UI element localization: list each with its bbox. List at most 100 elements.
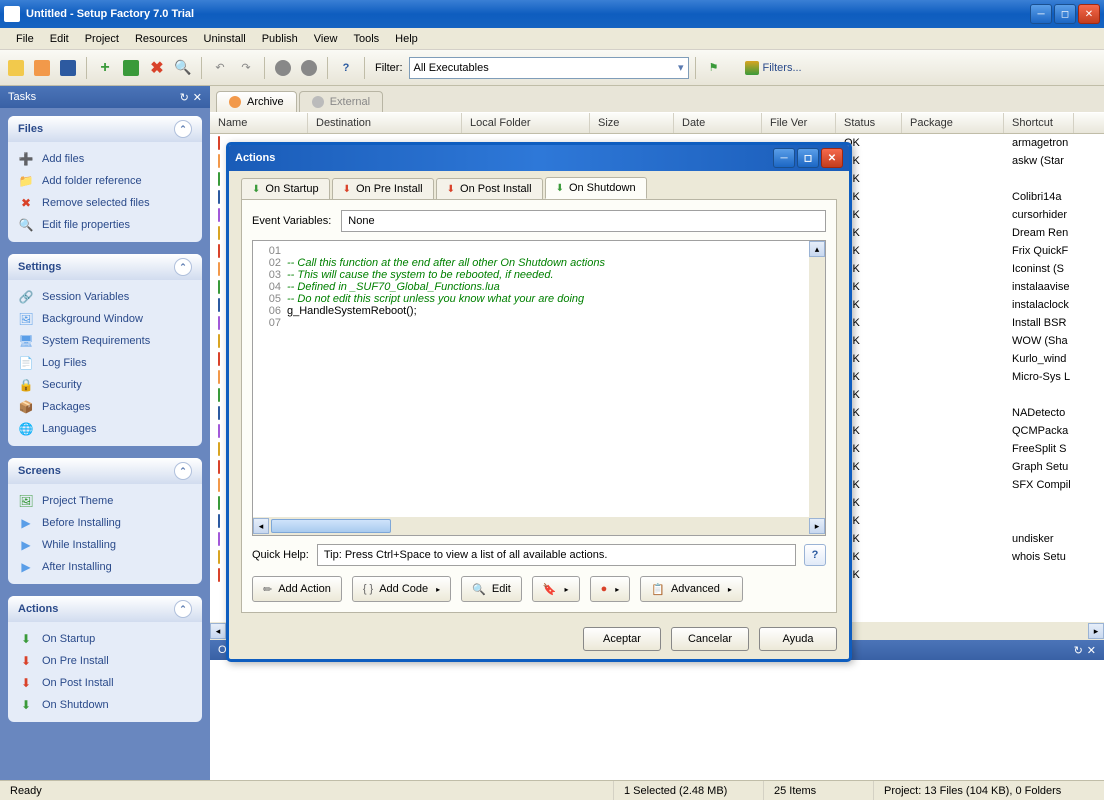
column-name[interactable]: Name [210,113,308,133]
quick-help-button[interactable]: ? [804,544,826,566]
dialog-ayuda-button[interactable]: Ayuda [759,627,837,651]
column-date[interactable]: Date [674,113,762,133]
content-tabs: ArchiveExternal [210,86,1104,112]
panel-header-settings[interactable]: Settings⌃ [8,254,202,280]
action-btn-advanced[interactable]: 📋Advanced▸ [640,576,743,602]
new-button[interactable] [4,56,28,80]
open-button[interactable] [30,56,54,80]
code-vertical-scrollbar[interactable]: ▴ [809,241,825,517]
add-button[interactable]: + [93,56,117,80]
tab-external[interactable]: External [299,91,383,112]
panel-item-add-folder-reference[interactable]: 📁Add folder reference [18,170,192,192]
panel-header-files[interactable]: Files⌃ [8,116,202,142]
dialog-cancelar-button[interactable]: Cancelar [671,627,749,651]
menu-publish[interactable]: Publish [254,30,306,48]
column-shortcut[interactable]: Shortcut [1004,113,1074,133]
action-btn-add-action[interactable]: ✏Add Action [252,576,342,602]
menu-project[interactable]: Project [77,30,127,48]
panel-item-project-theme[interactable]: 🖼Project Theme [18,490,192,512]
panel-item-on-post-install[interactable]: ⬇On Post Install [18,672,192,694]
dialog-tab-on-startup[interactable]: ⬇On Startup [241,178,330,199]
action-btn-edit[interactable]: 🔍Edit [461,576,522,602]
menu-edit[interactable]: Edit [42,30,77,48]
action-btn-icon[interactable]: 🔖▸ [532,576,580,602]
panel-header-screens[interactable]: Screens⌃ [8,458,202,484]
panel-item-while-installing[interactable]: ▶While Installing [18,534,192,556]
item-label: On Shutdown [42,699,109,711]
filters-button[interactable]: Filters... [736,58,811,78]
code-scroll-left-icon[interactable]: ◂ [253,518,269,534]
panel-item-remove-selected-files[interactable]: ✖Remove selected files [18,192,192,214]
filter-select[interactable]: All Executables ▾ [409,57,689,79]
dialog-aceptar-button[interactable]: Aceptar [583,627,661,651]
panel-item-edit-file-properties[interactable]: 🔍Edit file properties [18,214,192,236]
action-btn-icon[interactable]: ●▸ [590,576,631,602]
event-variables-input[interactable]: None [341,210,826,232]
delete-button[interactable]: ✖ [145,56,169,80]
column-package[interactable]: Package [902,113,1004,133]
panel-item-packages[interactable]: 📦Packages [18,396,192,418]
add-folder-button[interactable] [119,56,143,80]
help-button[interactable]: ? [334,56,358,80]
panel-item-on-startup[interactable]: ⬇On Startup [18,628,192,650]
code-scroll-right-icon[interactable]: ▸ [809,518,825,534]
dialog-titlebar: Actions ─ ◻ ✕ [229,145,849,171]
dialog-minimize-button[interactable]: ─ [773,148,795,168]
code-editor[interactable]: 0102-- Call this function at the end aft… [252,240,826,536]
column-status[interactable]: Status [836,113,902,133]
scroll-left-icon[interactable]: ◂ [210,623,226,639]
column-size[interactable]: Size [590,113,674,133]
panel-item-log-files[interactable]: 📄Log Files [18,352,192,374]
code-line: 02-- Call this function at the end after… [257,257,821,269]
menu-help[interactable]: Help [387,30,426,48]
column-local-folder[interactable]: Local Folder [462,113,590,133]
search-button[interactable]: 🔍 [171,56,195,80]
panel-header-actions[interactable]: Actions⌃ [8,596,202,622]
menu-resources[interactable]: Resources [127,30,196,48]
dialog-tab-on-pre-install[interactable]: ⬇On Pre Install [332,178,434,199]
menu-tools[interactable]: Tools [345,30,387,48]
panel-item-on-shutdown[interactable]: ⬇On Shutdown [18,694,192,716]
menu-view[interactable]: View [306,30,346,48]
chevron-up-icon: ⌃ [174,120,192,138]
minimize-button[interactable]: ─ [1030,4,1052,24]
undo-button[interactable]: ↶ [208,56,232,80]
redo-button[interactable]: ↷ [234,56,258,80]
panel-item-add-files[interactable]: ➕Add files [18,148,192,170]
output-refresh-icon[interactable]: ↻ [1074,644,1083,657]
panel-item-languages[interactable]: 🌐Languages [18,418,192,440]
column-destination[interactable]: Destination [308,113,462,133]
tab-archive[interactable]: Archive [216,91,297,112]
panel-item-system-requirements[interactable]: 🖥System Requirements [18,330,192,352]
close-button[interactable]: ✕ [1078,4,1100,24]
menu-file[interactable]: File [8,30,42,48]
item-label: While Installing [42,539,116,551]
panel-item-background-window[interactable]: 🖼Background Window [18,308,192,330]
action-btn-add-code[interactable]: { }Add Code▸ [352,576,451,602]
dialog-close-button[interactable]: ✕ [821,148,843,168]
code-horizontal-scrollbar[interactable]: ◂ ▸ [253,517,825,535]
panel-item-session-variables[interactable]: 🔗Session Variables [18,286,192,308]
build-button[interactable] [271,56,295,80]
menu-uninstall[interactable]: Uninstall [196,30,254,48]
dialog-tab-on-shutdown[interactable]: ⬇On Shutdown [545,177,647,199]
panel-item-before-installing[interactable]: ▶Before Installing [18,512,192,534]
file-icon [218,280,220,294]
maximize-button[interactable]: ◻ [1054,4,1076,24]
filter-toggle-button[interactable]: ⚑ [702,56,726,80]
scroll-up-icon[interactable]: ▴ [809,241,825,257]
item-icon: ⬇ [18,631,34,647]
tasks-close-icon[interactable]: ✕ [193,91,202,104]
dialog-maximize-button[interactable]: ◻ [797,148,819,168]
dialog-tab-on-post-install[interactable]: ⬇On Post Install [436,178,543,199]
output-close-icon[interactable]: ✕ [1087,644,1096,657]
panel-item-on-pre-install[interactable]: ⬇On Pre Install [18,650,192,672]
save-button[interactable] [56,56,80,80]
scroll-right-icon[interactable]: ▸ [1088,623,1104,639]
run-button[interactable] [297,56,321,80]
code-scroll-thumb[interactable] [271,519,391,533]
tasks-refresh-icon[interactable]: ↻ [180,91,189,104]
panel-item-security[interactable]: 🔒Security [18,374,192,396]
column-file-ver[interactable]: File Ver [762,113,836,133]
panel-item-after-installing[interactable]: ▶After Installing [18,556,192,578]
